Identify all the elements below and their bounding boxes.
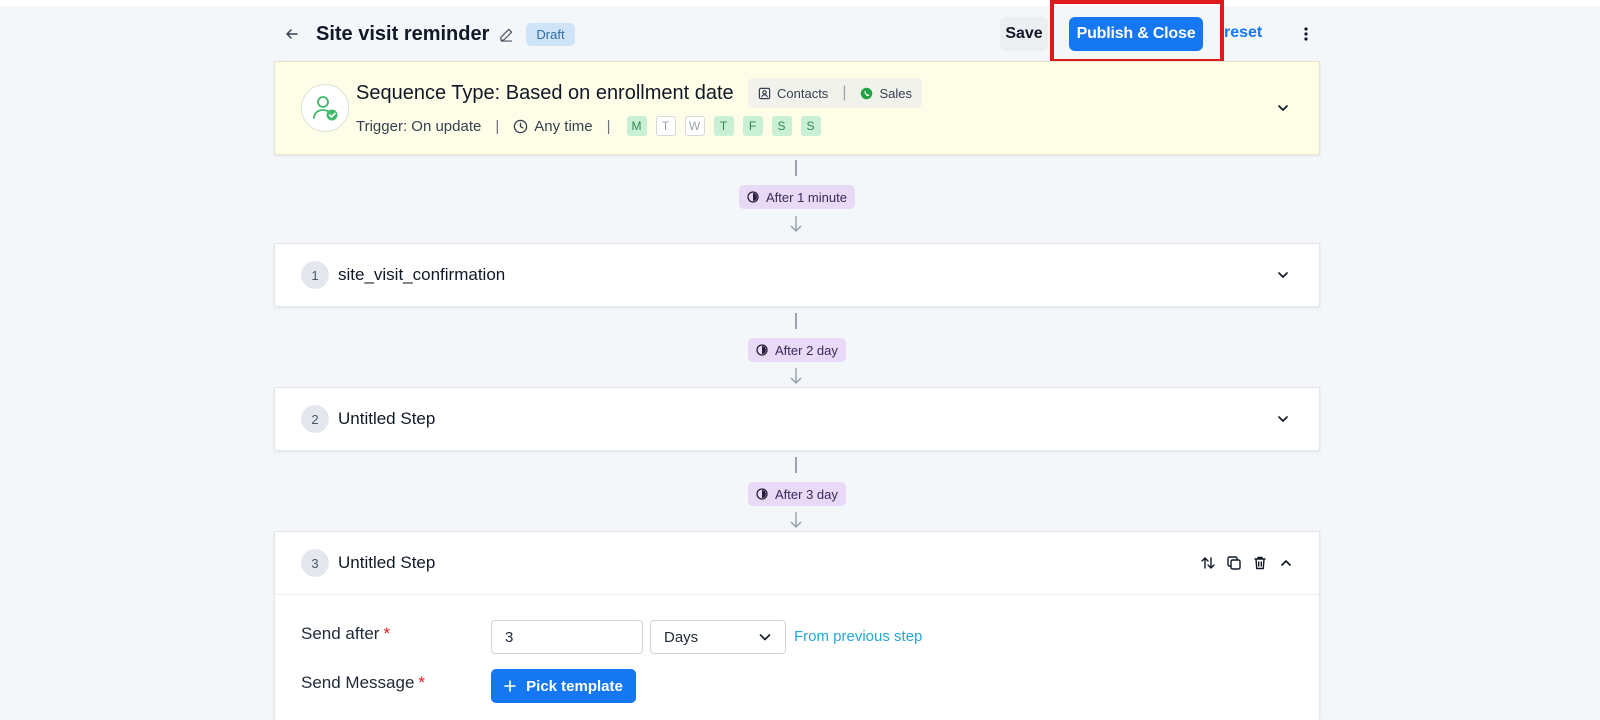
send-message-label: Send Message * bbox=[301, 673, 426, 692]
weekday-chip[interactable]: S bbox=[771, 116, 792, 136]
kebab-menu-icon bbox=[1304, 27, 1308, 41]
arrow-left-icon bbox=[286, 29, 298, 39]
weekday-chip[interactable]: T bbox=[713, 116, 734, 136]
schedule-time: Any time bbox=[513, 117, 593, 135]
save-button[interactable]: Save bbox=[1000, 17, 1048, 51]
delay-label: After 2 day bbox=[775, 342, 838, 358]
step-header[interactable]: 1 site_visit_confirmation bbox=[275, 244, 1319, 306]
back-button[interactable] bbox=[274, 16, 310, 52]
divider: | bbox=[495, 117, 500, 135]
delay-badge: After 1 minute bbox=[739, 185, 855, 209]
divider: | bbox=[606, 117, 611, 135]
time-unit-select[interactable]: Days bbox=[650, 620, 786, 654]
step-number: 2 bbox=[301, 405, 329, 433]
step-header[interactable]: 2 Untitled Step bbox=[275, 388, 1319, 450]
duplicate-icon[interactable] bbox=[1225, 554, 1243, 572]
sales-label: Sales bbox=[879, 85, 912, 101]
clock-icon bbox=[514, 119, 528, 133]
chevron-down-icon[interactable] bbox=[1273, 98, 1293, 118]
chevron-down-icon[interactable] bbox=[1273, 409, 1293, 429]
step-card[interactable]: 1 site_visit_confirmation bbox=[274, 243, 1320, 307]
weekday-selector: MTWTFSS bbox=[626, 116, 821, 136]
step-number: 1 bbox=[301, 261, 329, 289]
arrow-down-icon bbox=[790, 512, 802, 529]
step-card-expanded: 3 Untitled Step Send after* Days From pr… bbox=[274, 531, 1320, 720]
half-clock-icon bbox=[747, 191, 759, 203]
trigger-details: Trigger: On update | Any time | MTWTFSS bbox=[356, 116, 821, 136]
step-form: Send after* Days From previous step Send… bbox=[275, 594, 1319, 718]
step-header[interactable]: 3 Untitled Step bbox=[275, 532, 1319, 594]
from-previous-step-text: From previous step bbox=[794, 628, 923, 645]
weekday-chip[interactable]: S bbox=[800, 116, 821, 136]
chevron-down-icon bbox=[759, 634, 771, 641]
step-actions bbox=[1199, 554, 1295, 572]
more-options-button[interactable] bbox=[1292, 20, 1320, 48]
half-clock-icon bbox=[756, 344, 768, 356]
pick-template-button[interactable]: Pick template bbox=[491, 669, 636, 703]
send-after-input[interactable] bbox=[491, 620, 643, 654]
pick-template-label: Pick template bbox=[526, 677, 623, 695]
sequence-type: Sequence Type: Based on enrollment date bbox=[356, 82, 734, 104]
plus-icon bbox=[504, 680, 516, 692]
weekday-chip[interactable]: F bbox=[742, 116, 763, 136]
delay-label: After 1 minute bbox=[766, 189, 847, 205]
chevron-up-icon[interactable] bbox=[1277, 554, 1295, 572]
publish-close-button[interactable]: Publish & Close bbox=[1069, 17, 1203, 51]
status-badge: Draft bbox=[526, 22, 575, 46]
delay-label: After 3 day bbox=[775, 486, 838, 502]
contacts-pill: Contacts bbox=[758, 86, 828, 101]
step-number: 3 bbox=[301, 549, 329, 577]
trigger-text: Trigger: On update bbox=[356, 117, 482, 135]
arrow-down-icon bbox=[790, 216, 802, 233]
user-check-icon bbox=[301, 84, 349, 132]
reorder-icon[interactable] bbox=[1199, 554, 1217, 572]
delay-badge: After 2 day bbox=[748, 338, 846, 362]
trigger-card: Sequence Type: Based on enrollment date … bbox=[274, 61, 1320, 155]
page-header: Site visit reminder Draft Save Publish &… bbox=[274, 6, 1320, 62]
trash-icon[interactable] bbox=[1251, 554, 1269, 572]
weekday-chip[interactable]: T bbox=[655, 116, 676, 136]
connector-line bbox=[795, 160, 797, 176]
weekday-chip[interactable]: W bbox=[684, 116, 705, 136]
weekday-chip[interactable]: M bbox=[626, 116, 647, 136]
pencil-icon[interactable] bbox=[499, 27, 514, 42]
chevron-down-icon[interactable] bbox=[1273, 265, 1293, 285]
contact-card-icon bbox=[758, 87, 771, 99]
step-title: site_visit_confirmation bbox=[338, 265, 506, 284]
preset-link[interactable]: reset bbox=[1224, 24, 1262, 42]
step-title: Untitled Step bbox=[338, 553, 436, 572]
send-after-label: Send after * bbox=[301, 624, 391, 643]
object-pills: Contacts | Sales bbox=[748, 78, 922, 108]
arrow-down-icon bbox=[790, 368, 802, 385]
pill-divider: | bbox=[842, 84, 847, 101]
unit-value: Days bbox=[664, 628, 699, 646]
page-title: Site visit reminder bbox=[316, 22, 490, 45]
delay-badge: After 3 day bbox=[748, 482, 846, 506]
step-card[interactable]: 2 Untitled Step bbox=[274, 387, 1320, 451]
whatsapp-icon bbox=[861, 87, 873, 99]
sales-pill: Sales bbox=[860, 86, 912, 101]
step-title: Untitled Step bbox=[338, 409, 436, 428]
connector-line bbox=[795, 313, 797, 329]
connector-line bbox=[795, 457, 797, 473]
time-text: Any time bbox=[534, 117, 593, 135]
half-clock-icon bbox=[756, 488, 768, 500]
contacts-label: Contacts bbox=[777, 85, 829, 101]
